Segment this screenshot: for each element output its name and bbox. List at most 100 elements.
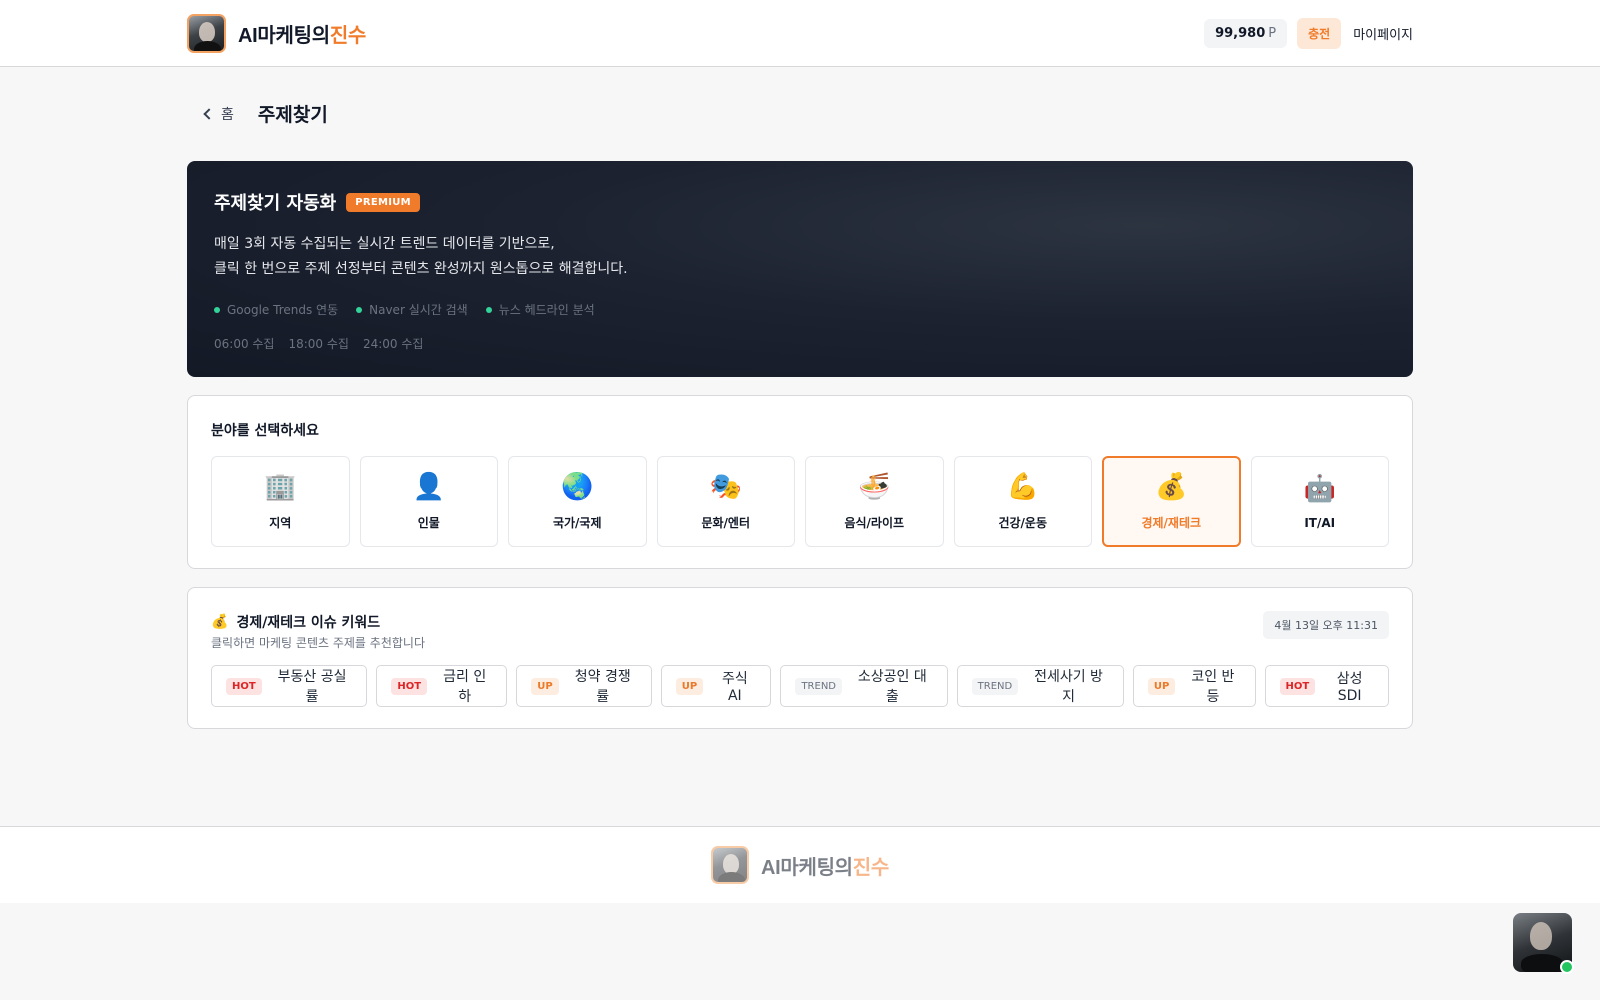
data-source-label: 뉴스 헤드라인 분석 xyxy=(498,303,595,317)
category-card[interactable]: 👤 인물 xyxy=(359,456,498,547)
status-dot-icon xyxy=(485,306,492,313)
chat-avatar-image xyxy=(1521,954,1563,972)
keyword-chip[interactable]: UP 주식 AI xyxy=(660,665,772,707)
keyword-chip[interactable]: UP 청약 경쟁률 xyxy=(516,665,652,707)
keyword-chip[interactable]: HOT 부동산 공실률 xyxy=(211,665,368,707)
data-source-list: Google Trends 연동 Naver 실시간 검색 뉴스 헤드라인 분석 xyxy=(214,301,1386,318)
office-building-icon: 🏢 xyxy=(264,472,297,502)
keyword-badge: UP xyxy=(531,677,559,695)
keyword-text: 부동산 공실률 xyxy=(277,669,347,705)
page-title-row: 홈 주제찾기 xyxy=(202,100,328,127)
data-source-item: Google Trends 연동 xyxy=(214,301,338,318)
category-label: IT/AI xyxy=(1304,515,1336,530)
footer-brand-logo: AI마케팅의진수 xyxy=(710,846,889,884)
data-source-label: Google Trends 연동 xyxy=(227,303,339,317)
keyword-text: 금리 인하 xyxy=(443,669,487,705)
mypage-link[interactable]: 마이페이지 xyxy=(1353,24,1413,43)
flexed-arm-icon: 💪 xyxy=(1006,472,1039,502)
category-label: 음식/라이프 xyxy=(844,516,905,530)
money-bag-icon: 💰 xyxy=(211,614,229,630)
header-inner: AI마케팅의진수 99,980 P 충전 마이페이지 xyxy=(187,0,1413,66)
hero-description-line: 클릭 한 번으로 주제 선정부터 콘텐츠 완성까지 원스톱으로 해결합니다. xyxy=(214,261,628,277)
keyword-text: 전세사기 방지 xyxy=(1034,669,1103,705)
collection-schedule: 06:00 수집 18:00 수집 24:00 수집 xyxy=(214,335,1386,352)
brand-name: AI마케팅의진수 xyxy=(238,19,366,48)
keyword-panel-title-text: 경제/재테크 이슈 키워드 xyxy=(236,615,381,631)
category-panel: 분야를 선택하세요 🏢 지역 👤 인물 🌏 국가/국제 🎭 문화/엔터 🍜 음식/라이프 💪 건강/운… xyxy=(187,395,1413,569)
brand-name-accent: 진수 xyxy=(329,24,367,47)
footer-brand-name: AI마케팅의진수 xyxy=(761,851,889,880)
back-home-link[interactable]: 홈 xyxy=(202,104,234,124)
category-label: 국가/국제 xyxy=(552,516,602,530)
category-list: 🏢 지역 👤 인물 🌏 국가/국제 🎭 문화/엔터 🍜 음식/라이프 💪 건강/운동 💰 경제/재테크 🤖 I… xyxy=(211,456,1389,547)
brand-name-primary: AI마케팅의 xyxy=(238,24,330,47)
category-card[interactable]: 🎭 문화/엔터 xyxy=(656,456,795,547)
hero-title: 주제찾기 자동화 xyxy=(214,193,337,214)
category-card[interactable]: 💪 건강/운동 xyxy=(953,456,1092,547)
footer-brand-name-accent: 진수 xyxy=(852,856,890,879)
keyword-panel-header: 💰 경제/재테크 이슈 키워드 클릭하면 마케팅 콘텐츠 주제를 추천합니다 4… xyxy=(211,611,1389,651)
brand-logo[interactable]: AI마케팅의진수 xyxy=(187,13,366,53)
category-label: 지역 xyxy=(269,516,292,530)
keyword-panel-subtitle: 클릭하면 마케팅 콘텐츠 주제를 추천합니다 xyxy=(211,636,425,650)
category-card[interactable]: 🏢 지역 xyxy=(211,456,350,547)
keyword-badge: UP xyxy=(1147,677,1176,695)
keyword-text: 코인 반등 xyxy=(1191,669,1235,705)
robot-icon: 🤖 xyxy=(1303,473,1336,504)
keyword-text: 삼성SDI xyxy=(1336,671,1363,704)
category-panel-title: 분야를 선택하세요 xyxy=(211,423,319,439)
keyword-badge: TREND xyxy=(971,677,1019,695)
keyword-badge: HOT xyxy=(391,677,428,695)
person-icon: 👤 xyxy=(412,472,445,502)
points-balance: 99,980 P xyxy=(1204,18,1288,48)
keyword-panel: 💰 경제/재테크 이슈 키워드 클릭하면 마케팅 콘텐츠 주제를 추천합니다 4… xyxy=(187,587,1413,729)
hero-title-row: 주제찾기 자동화 PREMIUM xyxy=(214,189,1386,215)
collection-time: 18:00 수집 xyxy=(288,337,349,351)
points-value: 99,980 xyxy=(1215,25,1266,41)
data-source-item: 뉴스 헤드라인 분석 xyxy=(485,301,595,318)
keyword-chip[interactable]: TREND 소상공인 대출 xyxy=(780,665,948,707)
data-source-item: Naver 실시간 검색 xyxy=(356,301,468,318)
data-source-label: Naver 실시간 검색 xyxy=(369,303,468,317)
chat-avatar-face xyxy=(1530,922,1552,950)
header-actions: 99,980 P 충전 마이페이지 xyxy=(1204,17,1413,49)
category-label: 문화/엔터 xyxy=(701,516,751,530)
points-unit: P xyxy=(1268,25,1277,41)
status-dot-icon xyxy=(214,306,220,313)
globe-icon: 🌏 xyxy=(561,472,594,502)
keyword-badge: TREND xyxy=(795,677,843,695)
footer-brand-name-primary: AI마케팅의 xyxy=(760,856,853,879)
updated-timestamp: 4월 13일 오후 11:31 xyxy=(1263,611,1389,639)
category-card[interactable]: 💰 경제/재테크 xyxy=(1102,456,1241,547)
category-card[interactable]: 🍜 음식/라이프 xyxy=(805,456,944,547)
back-home-label: 홈 xyxy=(221,106,234,123)
top-header: AI마케팅의진수 99,980 P 충전 마이페이지 xyxy=(0,0,1600,67)
keyword-panel-heading: 💰 경제/재테크 이슈 키워드 클릭하면 마케팅 콘텐츠 주제를 추천합니다 xyxy=(211,612,425,651)
keyword-chip[interactable]: TREND 전세사기 방지 xyxy=(956,665,1124,707)
category-label: 건강/운동 xyxy=(998,516,1048,530)
page-title: 주제찾기 xyxy=(257,104,328,126)
category-card[interactable]: 🌏 국가/국제 xyxy=(508,456,647,547)
footer-brand-avatar-image xyxy=(710,846,749,884)
keyword-badge: UP xyxy=(675,677,704,695)
keyword-text: 청약 경쟁률 xyxy=(574,669,631,705)
keyword-chip[interactable]: UP 코인 반등 xyxy=(1132,665,1256,707)
keyword-chip[interactable]: HOT 삼성SDI xyxy=(1264,665,1390,707)
keyword-chip-list: HOT 부동산 공실률 HOT 금리 인하 UP 청약 경쟁률 UP 주식 AI TREND 소상… xyxy=(211,665,1390,707)
chat-support-button[interactable] xyxy=(1513,913,1574,974)
category-label: 경제/재테크 xyxy=(1141,516,1202,530)
chevron-left-icon xyxy=(203,108,215,120)
keyword-text: 소상공인 대출 xyxy=(857,669,927,705)
keyword-chip[interactable]: HOT 금리 인하 xyxy=(376,665,508,707)
category-label: 인물 xyxy=(417,516,440,530)
hero-description: 매일 3회 자동 수집되는 실시간 트렌드 데이터를 기반으로, 클릭 한 번으… xyxy=(214,232,1386,282)
category-card[interactable]: 🤖 IT/AI xyxy=(1250,456,1389,547)
page-footer: AI마케팅의진수 xyxy=(0,826,1600,903)
online-status-dot xyxy=(1560,960,1574,974)
status-dot-icon xyxy=(356,306,363,313)
keyword-text: 주식 AI xyxy=(721,671,748,704)
keyword-badge: HOT xyxy=(226,677,262,695)
hero-banner: 주제찾기 자동화 PREMIUM 매일 3회 자동 수집되는 실시간 트렌드 데… xyxy=(187,161,1413,377)
noodle-bowl-icon: 🍜 xyxy=(858,472,891,502)
charge-button[interactable]: 충전 xyxy=(1297,17,1342,49)
